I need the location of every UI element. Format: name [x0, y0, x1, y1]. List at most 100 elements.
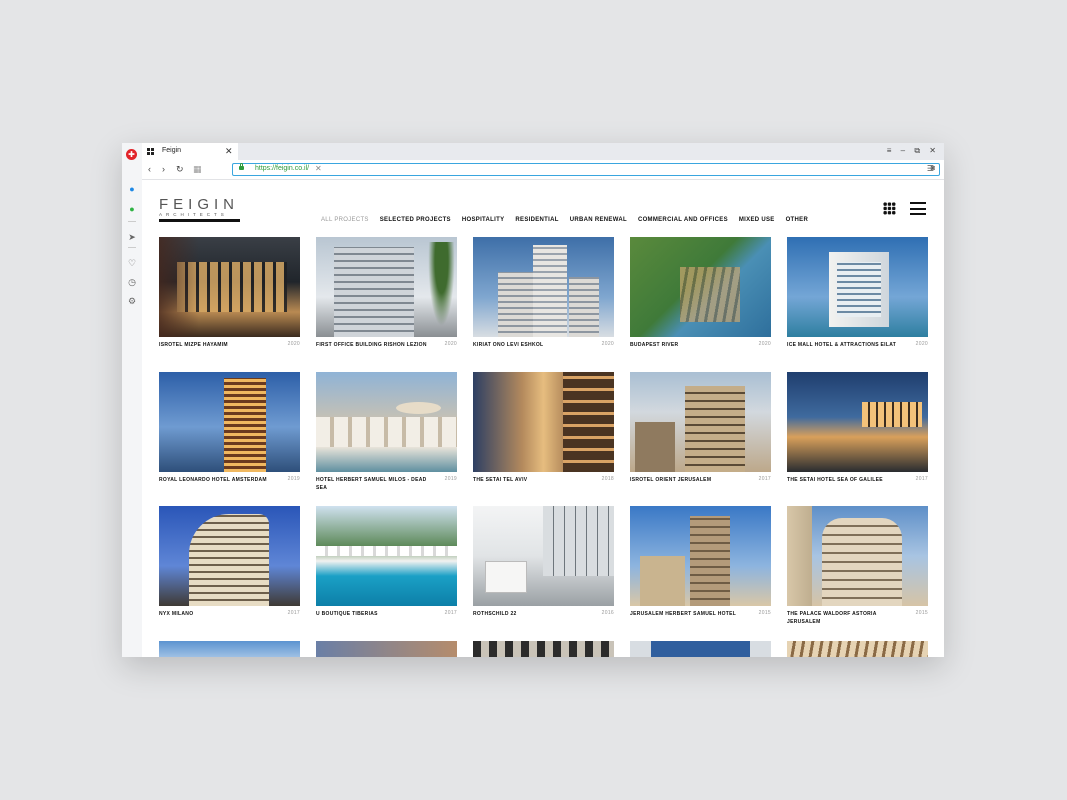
project-image[interactable]	[473, 237, 614, 337]
project-image[interactable]	[316, 372, 457, 472]
project-image[interactable]	[473, 506, 614, 606]
project-name[interactable]: JERUSALEM HERBERT SAMUEL HOTEL	[630, 610, 745, 618]
project-card[interactable]: ROTHSCHILD 22 2016	[473, 506, 614, 630]
feigin-logo[interactable]: FEIGIN ARCHITECTS	[159, 197, 240, 222]
clear-url-icon[interactable]: ✕	[315, 164, 322, 173]
nav-all-projects[interactable]: ALL PROJECTS	[321, 217, 369, 223]
browser-logo-icon[interactable]: ✚	[126, 149, 137, 160]
project-name[interactable]: BUDAPEST RIVER	[630, 341, 745, 349]
project-image[interactable]	[159, 372, 300, 472]
project-name[interactable]: ROTHSCHILD 22	[473, 610, 588, 618]
project-image[interactable]	[787, 506, 928, 606]
project-card[interactable]	[473, 641, 614, 657]
project-image[interactable]	[787, 641, 928, 657]
project-card[interactable]: KIRIAT ONO LEVI ESHKOL 2020	[473, 237, 614, 361]
project-image[interactable]	[159, 237, 300, 337]
project-name[interactable]: HOTEL HERBERT SAMUEL MILOS - DEAD SEA	[316, 476, 431, 492]
messenger-icon[interactable]: ●	[127, 184, 137, 194]
sidebar-divider	[128, 221, 136, 222]
project-card[interactable]: THE PALACE WALDORF ASTORIA JERUSALEM 2015	[787, 506, 928, 630]
project-image[interactable]	[159, 641, 300, 657]
history-clock-icon[interactable]: ◷	[127, 277, 137, 287]
close-button[interactable]: ✕	[929, 146, 936, 155]
project-image[interactable]	[473, 641, 614, 657]
project-image[interactable]	[630, 372, 771, 472]
project-name[interactable]: ICE MALL HOTEL & ATTRACTIONS EILAT	[787, 341, 902, 349]
lock-icon	[239, 163, 244, 170]
project-name[interactable]: FIRST OFFICE BUILDING RISHON LEZION	[316, 341, 431, 349]
nav-commercial-offices[interactable]: COMMERCIAL AND OFFICES	[638, 217, 728, 223]
tab-title: Feigin	[162, 147, 182, 154]
project-card[interactable]: JERUSALEM HERBERT SAMUEL HOTEL 2015	[630, 506, 771, 630]
project-year: 2020	[444, 341, 457, 347]
project-image[interactable]	[630, 237, 771, 337]
nav-other[interactable]: OTHER	[786, 217, 809, 223]
project-image[interactable]	[787, 237, 928, 337]
project-image[interactable]	[630, 506, 771, 606]
project-card[interactable]: FIRST OFFICE BUILDING RISHON LEZION 2020	[316, 237, 457, 361]
project-card[interactable]: ROYAL LEONARDO HOTEL AMSTERDAM 2019	[159, 372, 300, 496]
project-name[interactable]: ISROTEL ORIENT JERUSALEM	[630, 476, 745, 484]
nav-selected-projects[interactable]: SELECTED PROJECTS	[380, 217, 451, 223]
window-controls: ≡ – ⧉ ✕	[880, 146, 936, 156]
grid-view-icon[interactable]	[883, 202, 896, 215]
project-image[interactable]	[316, 641, 457, 657]
project-name[interactable]: U BOUTIQUE TIBERIAS	[316, 610, 431, 618]
project-card[interactable]: ISROTEL ORIENT JERUSALEM 2017	[630, 372, 771, 496]
project-name[interactable]: ISROTEL MIZPE HAYAMIM	[159, 341, 274, 349]
send-icon[interactable]: ➤	[127, 232, 137, 242]
back-button[interactable]: ‹	[148, 164, 151, 175]
forward-button[interactable]: ›	[162, 164, 165, 175]
url-input[interactable]: https://feigin.co.il/ ✕ ◙	[232, 163, 940, 176]
nav-mixed-use[interactable]: MIXED USE	[739, 217, 775, 223]
project-name[interactable]: KIRIAT ONO LEVI ESHKOL	[473, 341, 588, 349]
project-image[interactable]	[316, 237, 457, 337]
project-card[interactable]	[316, 641, 457, 657]
tab-list-icon[interactable]: ≡	[887, 146, 892, 155]
heart-icon[interactable]: ♡	[127, 258, 137, 268]
project-name[interactable]: NYX MILANO	[159, 610, 274, 618]
project-card[interactable]	[787, 641, 928, 657]
tab-bar: Feigin ✕ ≡ – ⧉ ✕	[142, 143, 944, 160]
project-card[interactable]: THE SETAI TEL AVIV 2018	[473, 372, 614, 496]
restore-button[interactable]: ⧉	[914, 146, 920, 155]
nav-residential[interactable]: RESIDENTIAL	[515, 217, 558, 223]
nav-hospitality[interactable]: HOSPITALITY	[462, 217, 505, 223]
project-image[interactable]	[473, 372, 614, 472]
whatsapp-icon[interactable]: ●	[127, 204, 137, 214]
project-image[interactable]	[159, 506, 300, 606]
browser-tab[interactable]: Feigin ✕	[142, 143, 238, 160]
project-card[interactable]: ISROTEL MIZPE HAYAMIM 2020	[159, 237, 300, 361]
project-card[interactable]: HOTEL HERBERT SAMUEL MILOS - DEAD SEA 201…	[316, 372, 457, 496]
project-name[interactable]: ROYAL LEONARDO HOTEL AMSTERDAM	[159, 476, 274, 484]
project-year: 2015	[915, 610, 928, 616]
project-card[interactable]: NYX MILANO 2017	[159, 506, 300, 630]
project-name[interactable]: THE PALACE WALDORF ASTORIA JERUSALEM	[787, 610, 902, 626]
project-card[interactable]: ICE MALL HOTEL & ATTRACTIONS EILAT 2020	[787, 237, 928, 361]
project-year: 2019	[287, 476, 300, 482]
project-name[interactable]: THE SETAI HOTEL SEA OF GALILEE	[787, 476, 902, 484]
hamburger-menu-icon[interactable]	[910, 202, 926, 215]
url-text[interactable]: https://feigin.co.il/	[255, 165, 309, 172]
project-year: 2017	[287, 610, 300, 616]
project-year: 2015	[758, 610, 771, 616]
project-card[interactable]: THE SETAI HOTEL SEA OF GALILEE 2017	[787, 372, 928, 496]
tiles-grid-icon[interactable]: ▦	[193, 164, 202, 175]
project-card[interactable]	[630, 641, 771, 657]
browser-menu-icon[interactable]: ☰	[927, 164, 934, 173]
page-content: FEIGIN ARCHITECTS ALL PROJECTS SELECTED P…	[142, 180, 944, 657]
nav-urban-renewal[interactable]: URBAN RENEWAL	[570, 217, 627, 223]
logo-bar	[159, 219, 240, 222]
project-image[interactable]	[787, 372, 928, 472]
project-image[interactable]	[630, 641, 771, 657]
tab-close-icon[interactable]: ✕	[225, 146, 233, 156]
reload-button[interactable]: ↻	[176, 164, 184, 175]
project-card[interactable]: U BOUTIQUE TIBERIAS 2017	[316, 506, 457, 630]
project-card[interactable]: BUDAPEST RIVER 2020	[630, 237, 771, 361]
project-year: 2017	[758, 476, 771, 482]
settings-gear-icon[interactable]: ⚙	[127, 296, 137, 306]
project-image[interactable]	[316, 506, 457, 606]
minimize-button[interactable]: –	[901, 146, 905, 155]
project-card[interactable]	[159, 641, 300, 657]
project-name[interactable]: THE SETAI TEL AVIV	[473, 476, 588, 484]
